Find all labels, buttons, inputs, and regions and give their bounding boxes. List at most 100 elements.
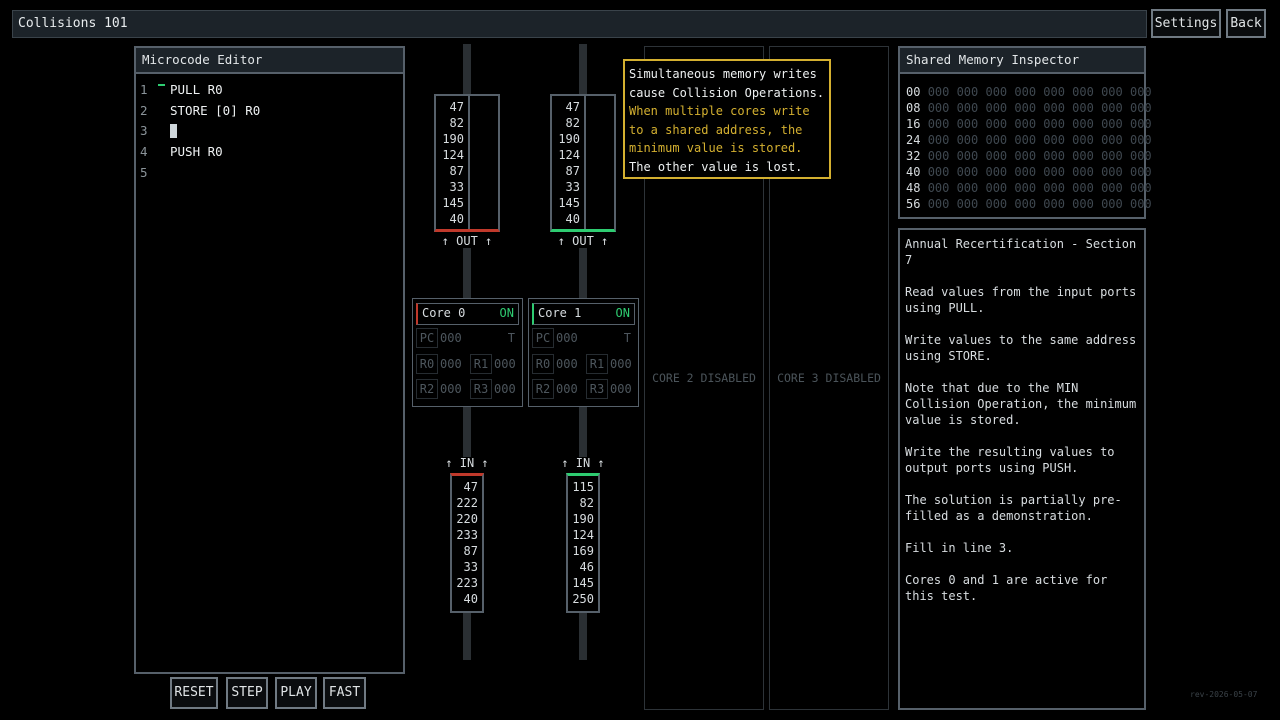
code-line[interactable]: 4 PUSH R0 <box>140 142 399 163</box>
memory-address: 24 <box>906 133 921 147</box>
line-text: PULL R0 <box>170 82 223 97</box>
line-text: STORE [0] R0 <box>170 102 261 118</box>
port-value: 124 <box>572 528 594 542</box>
port-value: 145 <box>558 196 580 210</box>
r1-label: R1 <box>470 354 492 374</box>
memory-address: 32 <box>906 149 921 163</box>
code-line[interactable]: 5 <box>140 163 399 184</box>
port-value: 222 <box>456 496 478 510</box>
fast-button[interactable]: FAST <box>323 677 366 709</box>
settings-button[interactable]: Settings <box>1151 9 1221 38</box>
port-rail <box>463 44 471 96</box>
collision-tooltip: Simultaneous memory writes cause Collisi… <box>623 59 831 179</box>
memory-cells: 000 000 000 000 000 000 000 000 <box>927 197 1152 211</box>
input-port-0: 47 222 220 233 87 33 223 40 <box>450 473 484 613</box>
instruction-paragraph: Fill in line 3. <box>905 541 1014 555</box>
memory-cells: 000 000 000 000 000 000 000 000 <box>927 85 1152 99</box>
window-title: Collisions 101 <box>18 16 128 31</box>
instructions-panel: Annual Recertification - Section 7 Read … <box>898 228 1146 710</box>
port-value: 33 <box>449 180 464 194</box>
out-label: ↑ OUT ↑ <box>557 234 609 248</box>
tooltip-line: cause Collision Operations. <box>629 85 825 100</box>
out-label: ↑ OUT ↑ <box>441 234 493 248</box>
instruction-paragraph: Write values to the same address using S… <box>905 333 1137 363</box>
r1-label: R1 <box>586 354 608 374</box>
text-cursor <box>170 124 177 139</box>
back-button[interactable]: Back <box>1226 9 1266 38</box>
input-port-1: 115 82 190 124 169 46 145 250 <box>566 473 600 613</box>
core-name: Core 0 <box>422 306 466 320</box>
step-button[interactable]: STEP <box>226 677 268 709</box>
r2-label: R2 <box>532 379 554 399</box>
port-rail <box>463 613 471 660</box>
code-area[interactable]: 1 PULL R0 2 STORE [0] R0 3 4 PUSH R0 5 <box>140 80 399 668</box>
pc-label: PC <box>416 328 438 348</box>
line-number: 2 <box>140 102 148 118</box>
editor-title: Microcode Editor <box>136 48 403 74</box>
memory-cells: 000 000 000 000 000 000 000 000 <box>927 133 1152 147</box>
memory-address: 08 <box>906 101 921 115</box>
code-line[interactable]: 3 <box>140 121 399 142</box>
r2-label: R2 <box>416 379 438 399</box>
core-header: Core 1 ON <box>532 303 635 325</box>
tooltip-line: to a shared address, the <box>629 122 803 137</box>
r0-value: 000 <box>556 357 578 371</box>
r0-value: 000 <box>440 357 462 371</box>
instruction-paragraph: Write the resulting values to output por… <box>905 445 1115 475</box>
title-bar: Collisions 101 <box>12 10 1147 38</box>
memory-cells: 000 000 000 000 000 000 000 000 <box>927 101 1152 115</box>
r2-value: 000 <box>440 382 462 396</box>
port-value: 40 <box>565 212 580 226</box>
memory-row: 56 000 000 000 000 000 000 000 000 <box>906 196 1152 212</box>
core-name: Core 1 <box>538 306 582 320</box>
port-value: 40 <box>463 592 478 606</box>
core-status: ON <box>499 306 514 320</box>
pc-value: 000 <box>440 331 462 345</box>
port-value: 87 <box>463 544 478 558</box>
line-number: 4 <box>140 144 148 160</box>
memory-cells: 000 000 000 000 000 000 000 000 <box>927 117 1152 131</box>
port-value: 33 <box>463 560 478 574</box>
instruction-paragraph: Note that due to the MIN Collision Opera… <box>905 381 1137 427</box>
version-label: rev-2026-05-07 <box>1190 690 1258 699</box>
code-line[interactable]: 2 STORE [0] R0 <box>140 101 399 122</box>
pc-value: 000 <box>556 331 578 345</box>
instruction-paragraph: Read values from the input ports using P… <box>905 285 1137 315</box>
memory-row: 08 000 000 000 000 000 000 000 000 <box>906 100 1152 116</box>
port-value: 82 <box>565 116 580 130</box>
memory-address: 40 <box>906 165 921 179</box>
memory-row: 16 000 000 000 000 000 000 000 000 <box>906 116 1152 132</box>
r1-value: 000 <box>610 357 632 371</box>
memory-cells: 000 000 000 000 000 000 000 000 <box>927 149 1152 163</box>
core-1-panel: Core 1 ON PC 000 T R0 000 R1 000 R2 000 … <box>528 298 639 407</box>
port-value: 220 <box>456 512 478 526</box>
code-line[interactable]: 1 PULL R0 <box>140 80 399 101</box>
core-3-disabled-label: CORE 3 DISABLED <box>777 371 881 385</box>
port-value: 87 <box>449 164 464 178</box>
port-value: 124 <box>442 148 464 162</box>
reset-button[interactable]: RESET <box>170 677 218 709</box>
port-rail <box>579 613 587 660</box>
output-port-0: 47 82 190 124 87 33 145 40 <box>434 94 500 232</box>
t-label: T <box>623 331 631 345</box>
memory-row: 32 000 000 000 000 000 000 000 000 <box>906 148 1152 164</box>
port-value: 145 <box>442 196 464 210</box>
play-button[interactable]: PLAY <box>275 677 317 709</box>
port-rail <box>579 248 587 298</box>
r0-label: R0 <box>416 354 438 374</box>
port-value: 33 <box>565 180 580 194</box>
memory-row: 40 000 000 000 000 000 000 000 000 <box>906 164 1152 180</box>
output-port-1: 47 82 190 124 87 33 145 40 <box>550 94 616 232</box>
memory-address: 00 <box>906 85 921 99</box>
tooltip-line: The other value is lost. <box>629 159 803 174</box>
memory-cells: 000 000 000 000 000 000 000 000 <box>927 165 1152 179</box>
core-0-panel: Core 0 ON PC 000 T R0 000 R1 000 R2 000 … <box>412 298 523 407</box>
r0-label: R0 <box>532 354 554 374</box>
core-header: Core 0 ON <box>416 303 519 325</box>
port-value: 190 <box>442 132 464 146</box>
memory-address: 16 <box>906 117 921 131</box>
instruction-paragraph: The solution is partially pre-filled as … <box>905 493 1122 523</box>
memory-title: Shared Memory Inspector <box>900 48 1144 74</box>
port-value: 47 <box>449 100 464 114</box>
port-value: 250 <box>572 592 594 606</box>
